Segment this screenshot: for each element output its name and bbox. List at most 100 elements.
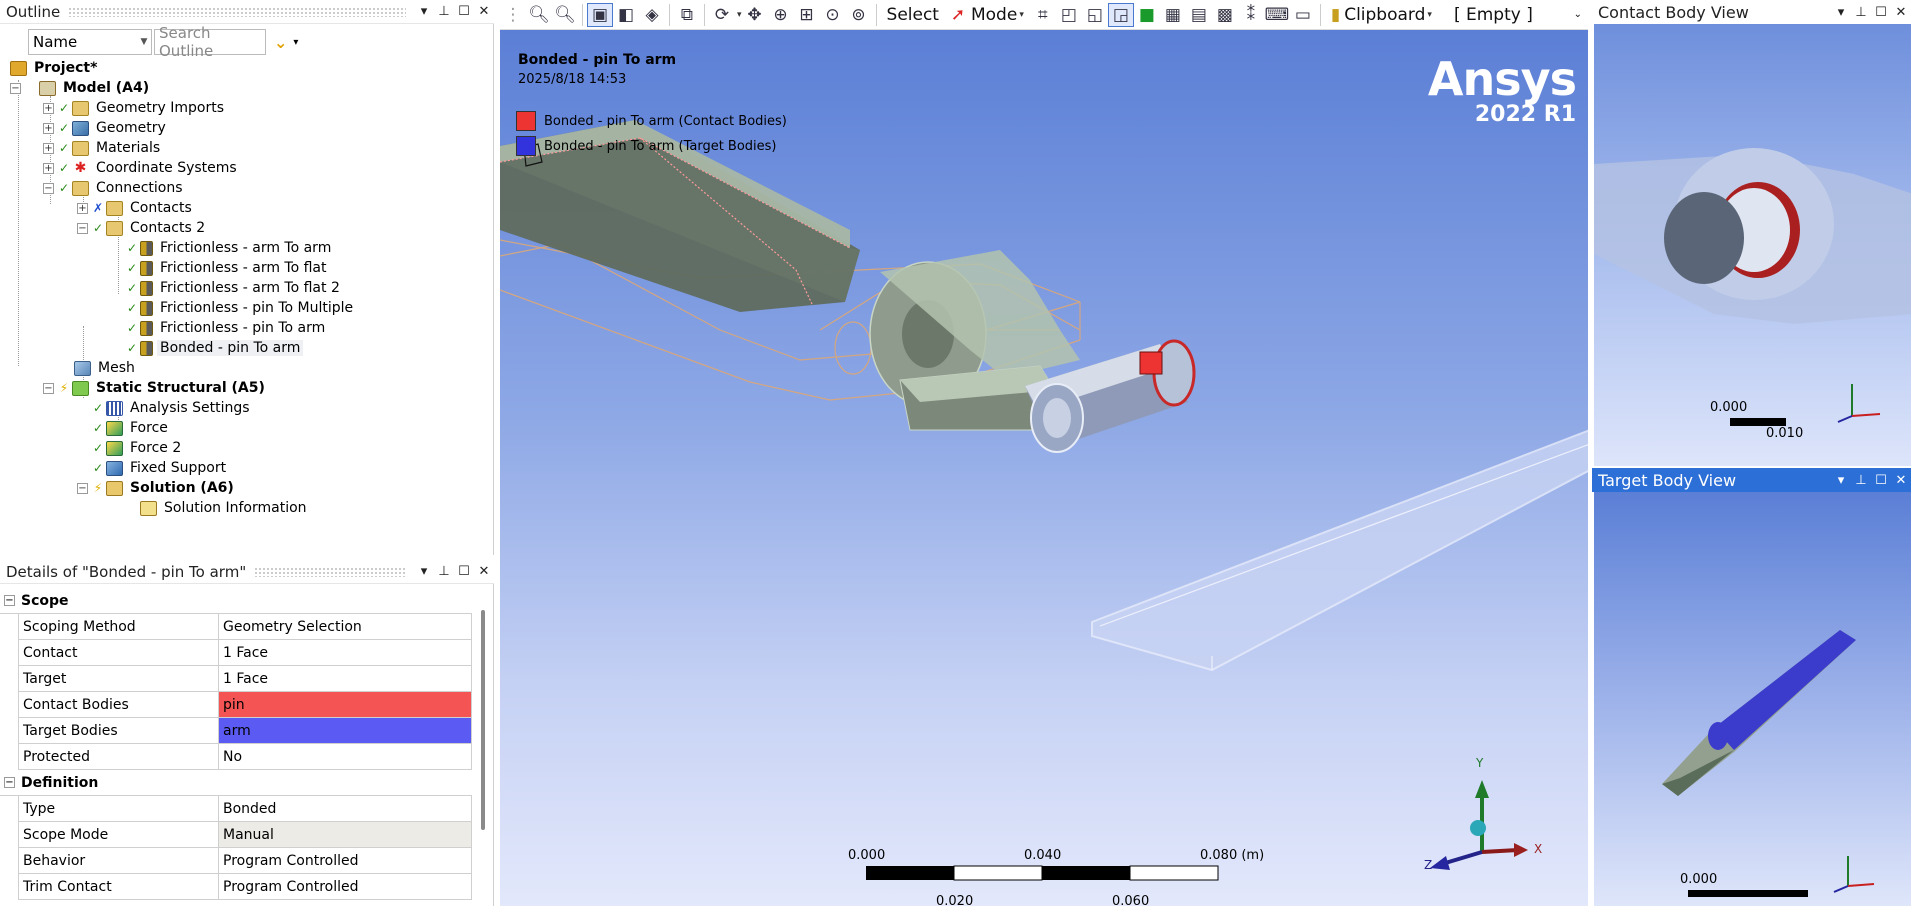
mode-button[interactable]: Mode ▾: [971, 5, 1030, 25]
tree-item-solution-information[interactable]: Solution Information: [126, 498, 310, 518]
model-scene[interactable]: [500, 30, 1588, 906]
tree-item-mesh[interactable]: Mesh: [60, 358, 138, 378]
target-body-viewport[interactable]: 0.000: [1594, 492, 1911, 906]
tree-item-contact-1[interactable]: ✓ Frictionless - arm To arm: [126, 238, 334, 258]
select-node-icon[interactable]: ■: [1134, 3, 1160, 27]
tree-item-static-structural[interactable]: − ⚡ Static Structural (A5): [43, 378, 268, 398]
collapse-icon[interactable]: −: [43, 382, 54, 394]
expand-icon[interactable]: +: [77, 202, 88, 214]
pin-icon[interactable]: ⊥: [1851, 5, 1871, 20]
select-element-icon[interactable]: ▤: [1186, 3, 1212, 27]
detail-row-type[interactable]: Type Bonded: [18, 796, 472, 822]
tree-item-geometry[interactable]: + ✓ Geometry: [43, 118, 169, 138]
section-scope[interactable]: − Scope: [0, 588, 472, 614]
dropdown-icon[interactable]: ▾: [414, 564, 434, 579]
zoom-out-icon[interactable]: 🔍︎: [552, 3, 578, 27]
tree-item-contact-2[interactable]: ✓ Frictionless - arm To flat: [126, 258, 330, 278]
chevron-down-icon[interactable]: ▾: [293, 37, 298, 48]
expand-icon[interactable]: +: [43, 162, 54, 174]
collapse-icon[interactable]: −: [4, 595, 15, 606]
tree-item-contact-4[interactable]: ✓ Frictionless - pin To Multiple: [126, 298, 356, 318]
tree-item-project[interactable]: Project*: [10, 58, 100, 78]
maximize-icon[interactable]: ☐: [454, 4, 474, 19]
select-vertex-icon[interactable]: ⌗: [1030, 3, 1056, 27]
tree-item-materials[interactable]: + ✓ Materials: [43, 138, 163, 158]
tree-item-force-2[interactable]: ✓ Force 2: [92, 438, 184, 458]
detail-row-contact[interactable]: Contact 1 Face: [18, 640, 472, 666]
expand-icon[interactable]: +: [43, 142, 54, 154]
close-icon[interactable]: ✕: [1891, 473, 1911, 488]
tree-item-contact-5[interactable]: ✓ Frictionless - pin To arm: [126, 318, 328, 338]
pin-icon[interactable]: ⊥: [1851, 473, 1871, 488]
outline-filter-combo[interactable]: Name ▼: [28, 29, 152, 55]
detail-value[interactable]: Program Controlled: [219, 874, 472, 899]
collapse-icon[interactable]: −: [77, 482, 88, 494]
detail-value[interactable]: 1 Face: [219, 640, 472, 665]
dropdown-icon[interactable]: ▾: [1831, 5, 1851, 20]
drag-grip[interactable]: [68, 6, 406, 17]
box-zoom-icon[interactable]: ⊞: [794, 3, 820, 27]
detail-value[interactable]: Bonded: [219, 796, 472, 821]
search-options-icon[interactable]: ⌄: [274, 33, 287, 52]
maximize-icon[interactable]: ☐: [1871, 473, 1891, 488]
detail-row-target[interactable]: Target 1 Face: [18, 666, 472, 692]
detail-value[interactable]: Geometry Selection: [219, 614, 472, 639]
detail-value[interactable]: 1 Face: [219, 666, 472, 691]
detail-row-target-bodies[interactable]: Target Bodies arm: [18, 718, 472, 744]
collapse-icon[interactable]: −: [43, 182, 54, 194]
expand-icon[interactable]: +: [43, 102, 54, 114]
tree-item-fixed-support[interactable]: ✓ Fixed Support: [92, 458, 229, 478]
cube-icon[interactable]: ◧: [613, 3, 639, 27]
body-view-icon[interactable]: ▣: [587, 2, 613, 27]
annotation-icon[interactable]: ⌨: [1264, 3, 1290, 27]
zoom-icon[interactable]: ⊕: [768, 3, 794, 27]
pin-icon[interactable]: ⊥: [434, 4, 454, 19]
detail-row-scoping-method[interactable]: Scoping Method Geometry Selection: [18, 614, 472, 640]
tree-item-contacts[interactable]: + ✗ Contacts: [77, 198, 195, 218]
clipboard-button[interactable]: ▮ Clipboard ▾: [1325, 5, 1438, 25]
select-face-icon[interactable]: ◱: [1082, 3, 1108, 27]
coordinate-icon[interactable]: ⁑: [1238, 3, 1264, 27]
dropdown-icon[interactable]: ▾: [1831, 473, 1851, 488]
explode-icon[interactable]: ◈: [639, 3, 665, 27]
detail-value[interactable]: Program Controlled: [219, 848, 472, 873]
tree-item-contacts-2[interactable]: − ✓ Contacts 2: [77, 218, 208, 238]
drag-handle-icon[interactable]: ⋮: [500, 3, 526, 27]
pin-icon[interactable]: ⊥: [434, 564, 454, 579]
tree-item-contact-3[interactable]: ✓ Frictionless - arm To flat 2: [126, 278, 343, 298]
maximize-icon[interactable]: ☐: [1871, 5, 1891, 20]
dropdown-icon[interactable]: ▾: [414, 4, 434, 19]
collapse-icon[interactable]: −: [77, 222, 88, 234]
close-icon[interactable]: ✕: [474, 564, 494, 579]
pan-icon[interactable]: ✥: [742, 3, 768, 27]
tree-item-force[interactable]: ✓ Force: [92, 418, 171, 438]
section-definition[interactable]: − Definition: [0, 770, 472, 796]
outline-search-input[interactable]: Search Outline: [154, 24, 266, 60]
tree-item-connections[interactable]: − ✓ Connections: [43, 178, 186, 198]
expand-icon[interactable]: +: [43, 122, 54, 134]
select-mesh-icon[interactable]: ▩: [1212, 3, 1238, 27]
magnifier-icon[interactable]: ⊚: [846, 3, 872, 27]
collapse-icon[interactable]: −: [4, 777, 15, 788]
contact-body-viewport[interactable]: 0.000 0.010: [1594, 24, 1911, 466]
close-icon[interactable]: ✕: [1891, 5, 1911, 20]
detail-row-trim-contact[interactable]: Trim Contact Program Controlled: [18, 874, 472, 900]
graphics-viewport[interactable]: Bonded - pin To arm 2025/8/18 14:53 Bond…: [500, 30, 1588, 906]
tree-item-contact-6[interactable]: ✓ Bonded - pin To arm: [126, 338, 304, 358]
detail-value[interactable]: No: [219, 744, 472, 769]
zoom-fit-icon[interactable]: ⊙: [820, 3, 846, 27]
select-button[interactable]: Select: [881, 5, 945, 25]
close-icon[interactable]: ✕: [474, 4, 494, 19]
drag-grip[interactable]: [254, 566, 406, 577]
tree-item-geometry-imports[interactable]: + ✓ Geometry Imports: [43, 98, 227, 118]
details-scrollbar[interactable]: [481, 610, 485, 830]
detail-row-scope-mode[interactable]: Scope Mode Manual: [18, 822, 472, 848]
label-icon[interactable]: ▭: [1290, 3, 1316, 27]
tree-item-model[interactable]: − Model (A4): [10, 78, 152, 98]
select-element-face-icon[interactable]: ▦: [1160, 3, 1186, 27]
zoom-in-icon[interactable]: 🔍︎: [526, 3, 552, 27]
collapse-icon[interactable]: −: [10, 82, 21, 94]
maximize-icon[interactable]: ☐: [454, 564, 474, 579]
tree-item-analysis-settings[interactable]: ✓ Analysis Settings: [92, 398, 253, 418]
detail-row-behavior[interactable]: Behavior Program Controlled: [18, 848, 472, 874]
